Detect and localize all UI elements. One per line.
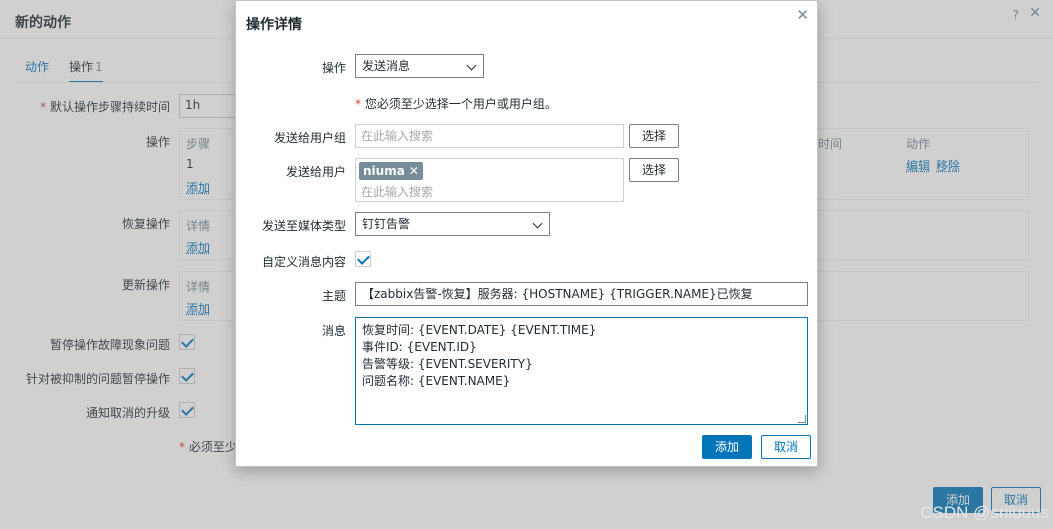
watermark: CSDN @sriiuuus bbox=[920, 503, 1049, 522]
custom-message-checkbox[interactable] bbox=[355, 251, 371, 267]
remove-tag-icon[interactable]: ✕ bbox=[409, 164, 419, 178]
user-tag: niuma ✕ bbox=[359, 162, 423, 180]
modal-cancel-button[interactable]: 取消 bbox=[761, 435, 812, 459]
resize-handle-icon[interactable] bbox=[798, 415, 806, 423]
media-type-select[interactable]: 钉钉告警 bbox=[355, 212, 550, 236]
close-icon[interactable]: ✕ bbox=[796, 6, 809, 24]
message-label: 消息 bbox=[321, 324, 346, 338]
message-line: 事件ID: {EVENT.ID} bbox=[362, 340, 477, 354]
send-to-groups-label: 发送给用户组 bbox=[273, 131, 346, 145]
chevron-down-icon bbox=[532, 218, 543, 229]
modal-title: 操作详情 bbox=[246, 17, 302, 33]
chevron-down-icon bbox=[466, 60, 477, 71]
custom-message-label: 自定义消息内容 bbox=[261, 255, 346, 269]
operation-label: 操作 bbox=[321, 61, 346, 75]
message-textarea[interactable]: 恢复时间: {EVENT.DATE} {EVENT.TIME} 事件ID: {E… bbox=[355, 317, 808, 425]
message-line: 恢复时间: {EVENT.DATE} {EVENT.TIME} bbox=[362, 323, 597, 337]
operation-details-modal: 操作详情 ✕ 操作 发送消息 * 您必须至少选择一个用户或用户组。 发送给用户组… bbox=[235, 0, 818, 467]
select-groups-button[interactable]: 选择 bbox=[629, 124, 680, 148]
media-type-label: 发送至媒体类型 bbox=[261, 219, 346, 233]
required-hint: * 您必须至少选择一个用户或用户组。 bbox=[355, 97, 557, 111]
operation-select[interactable]: 发送消息 bbox=[355, 54, 484, 78]
subject-input[interactable]: 【zabbix告警-恢复】服务器: {HOSTNAME} {TRIGGER.NA… bbox=[355, 282, 808, 306]
message-line: 告警等级: {EVENT.SEVERITY} bbox=[362, 357, 533, 371]
users-search-placeholder[interactable]: 在此输入搜索 bbox=[361, 183, 433, 200]
subject-label: 主题 bbox=[321, 289, 346, 303]
user-groups-search-input[interactable]: 在此输入搜索 bbox=[355, 124, 624, 148]
modal-add-button[interactable]: 添加 bbox=[702, 435, 753, 459]
message-line: 问题名称: {EVENT.NAME} bbox=[362, 374, 511, 388]
users-multiselect[interactable]: niuma ✕ 在此输入搜索 bbox=[355, 158, 624, 202]
send-to-users-label: 发送给用户 bbox=[285, 165, 346, 179]
select-users-button[interactable]: 选择 bbox=[629, 158, 680, 182]
